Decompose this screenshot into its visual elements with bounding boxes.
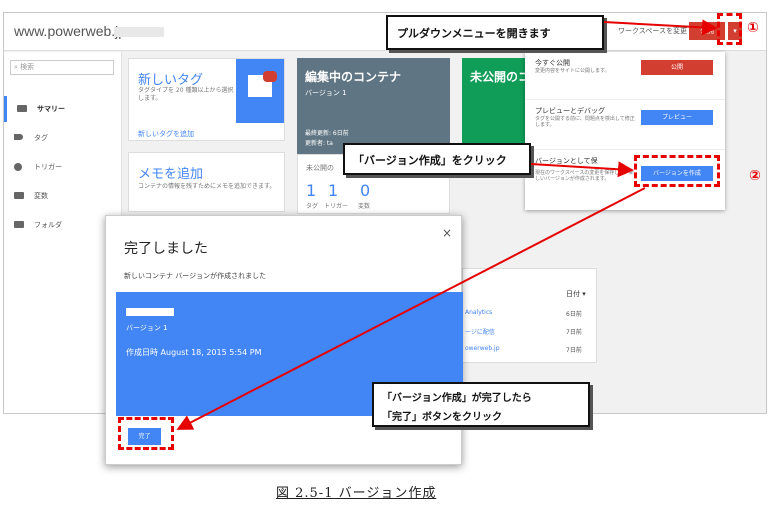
arrow-to-create-version [530, 161, 634, 178]
arrow-to-done [176, 187, 646, 430]
figure-caption: 図 2.5-1 バージョン作成 [276, 486, 437, 501]
annotation-arrows [176, 19, 718, 430]
arrow-to-dropdown [603, 19, 718, 36]
